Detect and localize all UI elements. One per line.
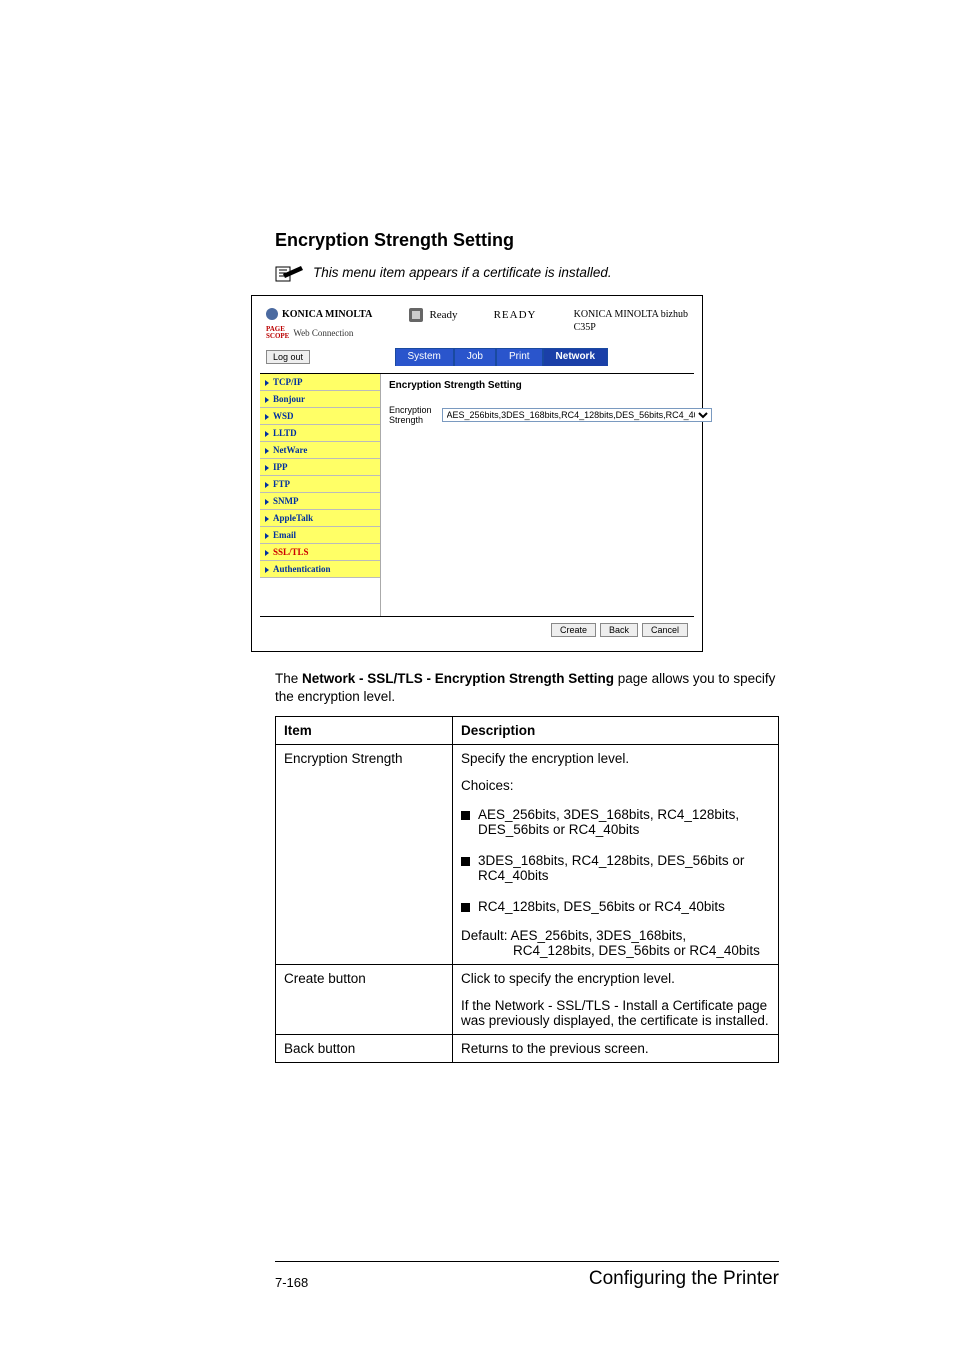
brand-name: KONICA MINOLTA [282,309,372,320]
row-back-d1: Returns to the previous screen. [453,1035,779,1063]
sidebar-item-lltd[interactable]: LLTD [260,425,380,442]
row-create-d2: If the Network - SSL/TLS - Install a Cer… [453,992,779,1035]
bullet-icon [461,811,470,820]
logout-button[interactable]: Log out [266,350,310,364]
content-title: Encryption Strength Setting [389,380,712,391]
intro-paragraph: The Network - SSL/TLS - Encryption Stren… [275,670,779,706]
status-ready: Ready [429,309,457,321]
row-enc-c1: AES_256bits, 3DES_168bits, RC4_128bits, … [453,799,779,845]
row-back-item: Back button [276,1035,453,1063]
sidebar-item-ftp[interactable]: FTP [260,476,380,493]
th-desc: Description [453,717,779,745]
sidebar-item-appletalk[interactable]: AppleTalk [260,510,380,527]
back-button[interactable]: Back [600,623,638,637]
sidebar-item-ssltls[interactable]: SSL/TLS [260,544,380,561]
note-icon [275,263,305,285]
sidebar: TCP/IP Bonjour WSD LLTD NetWare IPP FTP … [260,374,381,616]
sidebar-item-netware[interactable]: NetWare [260,442,380,459]
status-ready-upper: READY [494,309,537,321]
sidebar-item-authentication[interactable]: Authentication [260,561,380,578]
enc-strength-label: Encryption Strength [389,405,432,425]
sidebar-item-email[interactable]: Email [260,527,380,544]
sidebar-item-tcpip[interactable]: TCP/IP [260,374,380,391]
sidebar-item-bonjour[interactable]: Bonjour [260,391,380,408]
row-enc-d2: Choices: [453,772,779,799]
note-text: This menu item appears if a certificate … [313,263,612,280]
cancel-button[interactable]: Cancel [642,623,688,637]
section-title: Encryption Strength Setting [275,230,779,251]
enc-strength-select[interactable]: AES_256bits,3DES_168bits,RC4_128bits,DES… [442,408,712,422]
tab-print[interactable]: Print [496,348,543,366]
tab-system[interactable]: System [395,348,454,366]
create-button[interactable]: Create [551,623,596,637]
web-connection-label: Web Connection [293,328,353,338]
page-number: 7-168 [275,1275,308,1290]
sidebar-item-snmp[interactable]: SNMP [260,493,380,510]
row-enc-c2: 3DES_168bits, RC4_128bits, DES_56bits or… [453,845,779,891]
row-enc-default: Default: AES_256bits, 3DES_168bits, RC4_… [453,922,779,965]
tabs: System Job Print Network [395,348,608,366]
sidebar-item-ipp[interactable]: IPP [260,459,380,476]
running-header: Configuring the Printer [589,1268,779,1290]
brand-dot-icon [266,308,278,320]
printer-icon [409,308,423,322]
sidebar-item-wsd[interactable]: WSD [260,408,380,425]
tab-network[interactable]: Network [543,348,608,366]
screenshot: KONICA MINOLTA PAGE SCOPE Web Connection… [251,295,703,652]
pagescope-label: PAGE SCOPE [266,326,289,340]
row-enc-c3: RC4_128bits, DES_56bits or RC4_40bits [453,891,779,922]
row-enc-d1: Specify the encryption level. [453,745,779,773]
tab-job[interactable]: Job [454,348,496,366]
row-create-d1: Click to specify the encryption level. [453,965,779,993]
model-line1: KONICA MINOLTA bizhub [574,308,688,321]
bullet-icon [461,857,470,866]
th-item: Item [276,717,453,745]
row-enc-item: Encryption Strength [276,745,453,965]
bullet-icon [461,903,470,912]
row-create-item: Create button [276,965,453,1035]
model-line2: C35P [574,321,688,334]
description-table: Item Description Encryption Strength Spe… [275,716,779,1063]
